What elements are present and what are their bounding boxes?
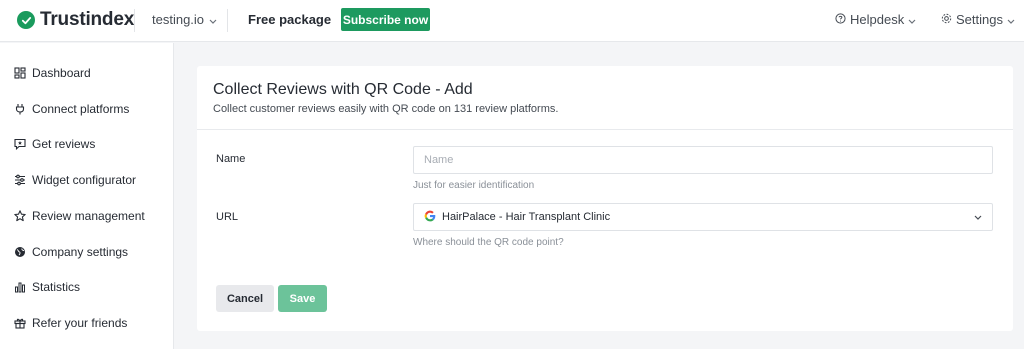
helpdesk-menu[interactable]: Helpdesk bbox=[835, 12, 916, 27]
gift-icon bbox=[14, 317, 26, 329]
settings-label: Settings bbox=[956, 12, 1003, 27]
url-select[interactable]: HairPalace - Hair Transplant Clinic bbox=[413, 203, 993, 231]
sidebar-item-label: Dashboard bbox=[32, 66, 91, 80]
top-bar: Trustindex testing.io Free package Subsc… bbox=[0, 0, 1024, 42]
sidebar-item-label: Company settings bbox=[32, 245, 129, 259]
chevron-down-icon bbox=[209, 12, 217, 27]
sidebar-item-label: Review management bbox=[32, 209, 145, 223]
sidebar-item-dashboard[interactable]: Dashboard bbox=[14, 64, 91, 82]
name-input[interactable] bbox=[413, 146, 993, 174]
name-label: Name bbox=[216, 153, 246, 165]
globe-icon bbox=[14, 246, 26, 258]
sidebar-item-refer-friends[interactable]: Refer your friends bbox=[14, 314, 127, 332]
google-icon bbox=[424, 210, 436, 225]
page-subtitle: Collect customer reviews easily with QR … bbox=[213, 103, 559, 115]
settings-menu[interactable]: Settings bbox=[941, 12, 1015, 27]
qr-form-card: Collect Reviews with QR Code - Add Colle… bbox=[197, 66, 1013, 331]
card-header: Collect Reviews with QR Code - Add Colle… bbox=[197, 66, 1013, 130]
star-icon bbox=[14, 210, 26, 222]
sidebar-item-connect-platforms[interactable]: Connect platforms bbox=[14, 100, 129, 118]
bar-chart-icon bbox=[14, 281, 26, 293]
sidebar-item-review-management[interactable]: Review management bbox=[14, 207, 145, 225]
gear-icon bbox=[941, 12, 952, 27]
question-circle-icon bbox=[835, 12, 846, 27]
brand-name: Trustindex bbox=[40, 9, 135, 30]
sidebar-item-company-settings[interactable]: Company settings bbox=[14, 243, 128, 261]
plan-label: Free package bbox=[248, 12, 332, 27]
sidebar: Dashboard Connect platforms Get reviews … bbox=[0, 43, 174, 349]
sidebar-item-widget-configurator[interactable]: Widget configurator bbox=[14, 171, 136, 189]
sidebar-item-label: Refer your friends bbox=[32, 316, 128, 330]
name-hint: Just for easier identification bbox=[413, 180, 535, 191]
dashboard-icon bbox=[14, 67, 26, 79]
cancel-button[interactable]: Cancel bbox=[216, 285, 274, 312]
sliders-icon bbox=[14, 174, 26, 186]
sidebar-item-label: Statistics bbox=[32, 280, 81, 294]
divider bbox=[227, 9, 228, 32]
site-selector[interactable]: testing.io bbox=[152, 12, 217, 27]
subscribe-button[interactable]: Subscribe now bbox=[341, 8, 430, 31]
sidebar-item-label: Get reviews bbox=[32, 137, 96, 151]
check-circle-icon bbox=[17, 11, 35, 29]
chevron-down-icon bbox=[908, 12, 916, 27]
logo[interactable]: Trustindex bbox=[17, 9, 134, 31]
site-name: testing.io bbox=[152, 12, 205, 27]
url-select-value: HairPalace - Hair Transplant Clinic bbox=[442, 211, 611, 223]
sidebar-item-statistics[interactable]: Statistics bbox=[14, 278, 80, 296]
chevron-down-icon bbox=[1007, 12, 1015, 27]
review-bubble-icon bbox=[14, 138, 26, 150]
chevron-down-icon bbox=[974, 211, 982, 223]
plug-icon bbox=[14, 103, 26, 115]
save-button[interactable]: Save bbox=[278, 285, 327, 312]
url-label: URL bbox=[216, 211, 239, 223]
url-hint: Where should the QR code point? bbox=[413, 237, 564, 248]
helpdesk-label: Helpdesk bbox=[850, 12, 905, 27]
sidebar-item-label: Widget configurator bbox=[32, 173, 137, 187]
sidebar-item-get-reviews[interactable]: Get reviews bbox=[14, 135, 95, 153]
divider bbox=[134, 9, 135, 32]
page-title: Collect Reviews with QR Code - Add bbox=[213, 81, 473, 98]
sidebar-item-label: Connect platforms bbox=[32, 102, 130, 116]
